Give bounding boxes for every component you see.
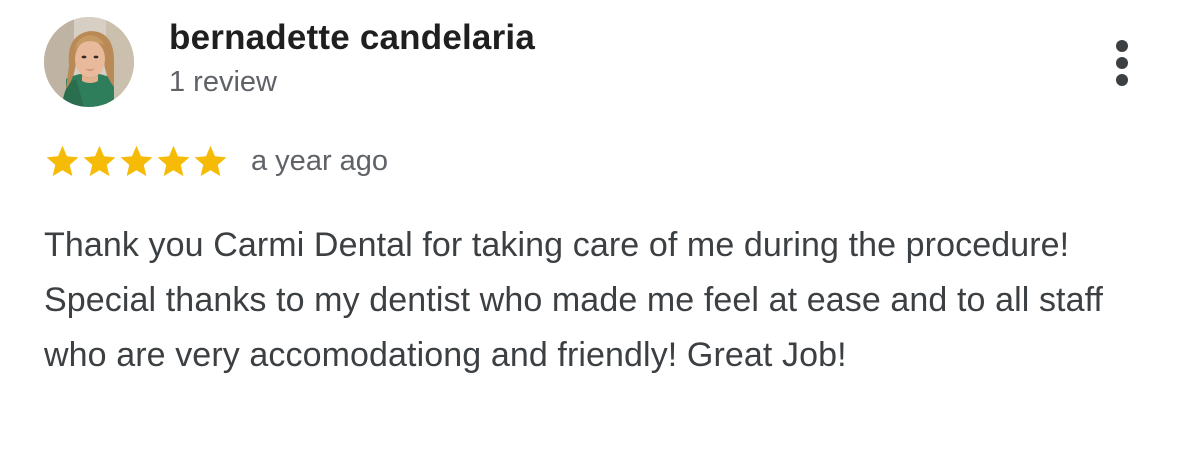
more-options-button[interactable]	[1104, 36, 1140, 90]
reviewer-avatar[interactable]	[44, 17, 134, 107]
more-vert-icon	[1116, 74, 1128, 86]
reviewer-name[interactable]: bernadette candelaria	[169, 18, 535, 58]
star-icon	[120, 145, 153, 176]
star-icon	[157, 145, 190, 176]
more-vert-icon	[1116, 40, 1128, 52]
rating-row: a year ago	[44, 140, 388, 182]
more-vert-icon	[1116, 57, 1128, 69]
review-card: bernadette candelaria 1 review a year ag…	[0, 0, 1200, 465]
star-icon	[46, 145, 79, 176]
review-count: 1 review	[169, 66, 277, 98]
star-rating	[44, 143, 229, 180]
review-date: a year ago	[251, 144, 389, 177]
star-icon	[83, 145, 116, 176]
review-text: Thank you Carmi Dental for taking care o…	[44, 226, 1104, 374]
star-icon	[194, 145, 227, 176]
